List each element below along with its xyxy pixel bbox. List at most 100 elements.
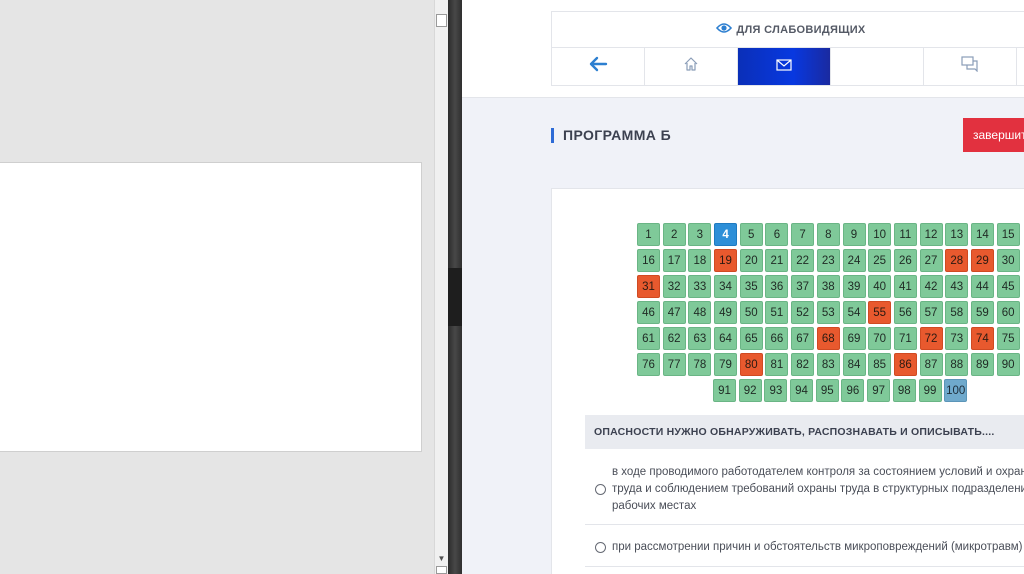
question-cell[interactable]: 33 bbox=[688, 275, 712, 298]
question-cell[interactable]: 62 bbox=[662, 327, 686, 350]
question-cell[interactable]: 10 bbox=[868, 223, 892, 246]
question-cell[interactable]: 70 bbox=[868, 327, 892, 350]
question-cell[interactable]: 39 bbox=[842, 275, 866, 298]
question-cell[interactable]: 63 bbox=[688, 327, 712, 350]
question-cell[interactable]: 18 bbox=[688, 249, 712, 272]
question-cell[interactable]: 3 bbox=[688, 223, 712, 246]
question-cell[interactable]: 35 bbox=[739, 275, 763, 298]
question-cell[interactable]: 99 bbox=[918, 379, 942, 402]
question-cell[interactable]: 89 bbox=[970, 353, 994, 376]
question-cell[interactable]: 22 bbox=[791, 249, 815, 272]
question-cell[interactable]: 52 bbox=[791, 301, 815, 324]
question-cell[interactable]: 29 bbox=[970, 249, 994, 272]
answer-option[interactable]: при рассмотрении причин и обстоятельств … bbox=[585, 529, 1024, 567]
question-cell[interactable]: 57 bbox=[919, 301, 943, 324]
scrollbar-thumb[interactable] bbox=[436, 14, 447, 27]
question-cell[interactable]: 92 bbox=[738, 379, 762, 402]
question-cell[interactable]: 49 bbox=[714, 301, 738, 324]
question-cell[interactable]: 83 bbox=[816, 353, 840, 376]
question-cell[interactable]: 45 bbox=[996, 275, 1020, 298]
messages-button[interactable] bbox=[738, 48, 831, 85]
question-cell[interactable]: 90 bbox=[996, 353, 1020, 376]
question-cell[interactable]: 9 bbox=[842, 223, 866, 246]
question-cell[interactable]: 48 bbox=[688, 301, 712, 324]
question-cell[interactable]: 55 bbox=[868, 301, 892, 324]
question-cell[interactable]: 5 bbox=[739, 223, 763, 246]
question-cell[interactable]: 58 bbox=[945, 301, 969, 324]
question-cell[interactable]: 71 bbox=[893, 327, 917, 350]
question-cell[interactable]: 37 bbox=[791, 275, 815, 298]
question-cell[interactable]: 93 bbox=[764, 379, 788, 402]
answer-radio[interactable] bbox=[595, 484, 606, 495]
question-cell[interactable]: 12 bbox=[919, 223, 943, 246]
question-cell[interactable]: 21 bbox=[765, 249, 789, 272]
question-cell[interactable]: 98 bbox=[892, 379, 916, 402]
question-cell[interactable]: 73 bbox=[945, 327, 969, 350]
question-cell[interactable]: 77 bbox=[662, 353, 686, 376]
accessibility-button[interactable]: ДЛЯ СЛАБОВИДЯЩИХ bbox=[551, 11, 1024, 48]
question-cell[interactable]: 28 bbox=[945, 249, 969, 272]
question-cell[interactable]: 6 bbox=[765, 223, 789, 246]
question-cell[interactable]: 84 bbox=[842, 353, 866, 376]
question-cell[interactable]: 25 bbox=[868, 249, 892, 272]
question-cell[interactable]: 56 bbox=[893, 301, 917, 324]
question-cell[interactable]: 11 bbox=[893, 223, 917, 246]
question-cell[interactable]: 80 bbox=[739, 353, 763, 376]
vertical-scrollbar[interactable]: ▼ bbox=[434, 0, 448, 574]
question-cell[interactable]: 75 bbox=[996, 327, 1020, 350]
question-cell[interactable]: 59 bbox=[970, 301, 994, 324]
question-cell[interactable]: 86 bbox=[893, 353, 917, 376]
question-cell[interactable]: 34 bbox=[714, 275, 738, 298]
question-cell[interactable]: 95 bbox=[815, 379, 839, 402]
question-cell[interactable]: 16 bbox=[637, 249, 660, 272]
question-cell[interactable]: 24 bbox=[842, 249, 866, 272]
question-cell[interactable]: 26 bbox=[893, 249, 917, 272]
question-cell[interactable]: 79 bbox=[714, 353, 738, 376]
question-cell[interactable]: 32 bbox=[662, 275, 686, 298]
answer-radio[interactable] bbox=[595, 542, 606, 553]
question-cell[interactable]: 13 bbox=[945, 223, 969, 246]
scroll-down-arrow-icon[interactable]: ▼ bbox=[436, 553, 447, 564]
question-cell[interactable]: 50 bbox=[739, 301, 763, 324]
question-cell[interactable]: 51 bbox=[765, 301, 789, 324]
question-cell[interactable]: 15 bbox=[996, 223, 1020, 246]
question-cell[interactable]: 17 bbox=[662, 249, 686, 272]
question-cell[interactable]: 100 bbox=[944, 379, 968, 402]
question-cell[interactable]: 41 bbox=[893, 275, 917, 298]
question-cell[interactable]: 94 bbox=[790, 379, 814, 402]
question-cell[interactable]: 60 bbox=[996, 301, 1020, 324]
question-cell[interactable]: 27 bbox=[919, 249, 943, 272]
question-cell[interactable]: 30 bbox=[996, 249, 1020, 272]
question-cell[interactable]: 14 bbox=[970, 223, 994, 246]
question-cell[interactable]: 65 bbox=[739, 327, 763, 350]
question-cell[interactable]: 8 bbox=[816, 223, 840, 246]
question-cell[interactable]: 66 bbox=[765, 327, 789, 350]
question-cell[interactable]: 67 bbox=[791, 327, 815, 350]
question-cell[interactable]: 69 bbox=[842, 327, 866, 350]
finish-button[interactable]: завершить bbox=[963, 118, 1024, 152]
question-cell[interactable]: 23 bbox=[816, 249, 840, 272]
question-cell[interactable]: 76 bbox=[637, 353, 660, 376]
answer-option[interactable]: в ходе проводимого работодателем контрол… bbox=[585, 455, 1024, 525]
question-cell[interactable]: 36 bbox=[765, 275, 789, 298]
question-cell[interactable]: 43 bbox=[945, 275, 969, 298]
question-cell[interactable]: 53 bbox=[816, 301, 840, 324]
question-cell[interactable]: 42 bbox=[919, 275, 943, 298]
question-cell[interactable]: 47 bbox=[662, 301, 686, 324]
question-cell[interactable]: 40 bbox=[868, 275, 892, 298]
question-cell[interactable]: 91 bbox=[713, 379, 736, 402]
question-cell[interactable]: 87 bbox=[919, 353, 943, 376]
divider-handle[interactable] bbox=[448, 268, 462, 326]
question-cell[interactable]: 54 bbox=[842, 301, 866, 324]
question-cell[interactable]: 64 bbox=[714, 327, 738, 350]
question-cell[interactable]: 7 bbox=[791, 223, 815, 246]
question-cell[interactable]: 85 bbox=[868, 353, 892, 376]
back-button[interactable] bbox=[552, 48, 645, 85]
empty-nav-slot[interactable] bbox=[831, 48, 924, 85]
question-cell[interactable]: 38 bbox=[816, 275, 840, 298]
home-button[interactable] bbox=[645, 48, 738, 85]
question-cell[interactable]: 2 bbox=[662, 223, 686, 246]
question-cell[interactable]: 88 bbox=[945, 353, 969, 376]
question-cell[interactable]: 68 bbox=[816, 327, 840, 350]
question-cell[interactable]: 44 bbox=[970, 275, 994, 298]
